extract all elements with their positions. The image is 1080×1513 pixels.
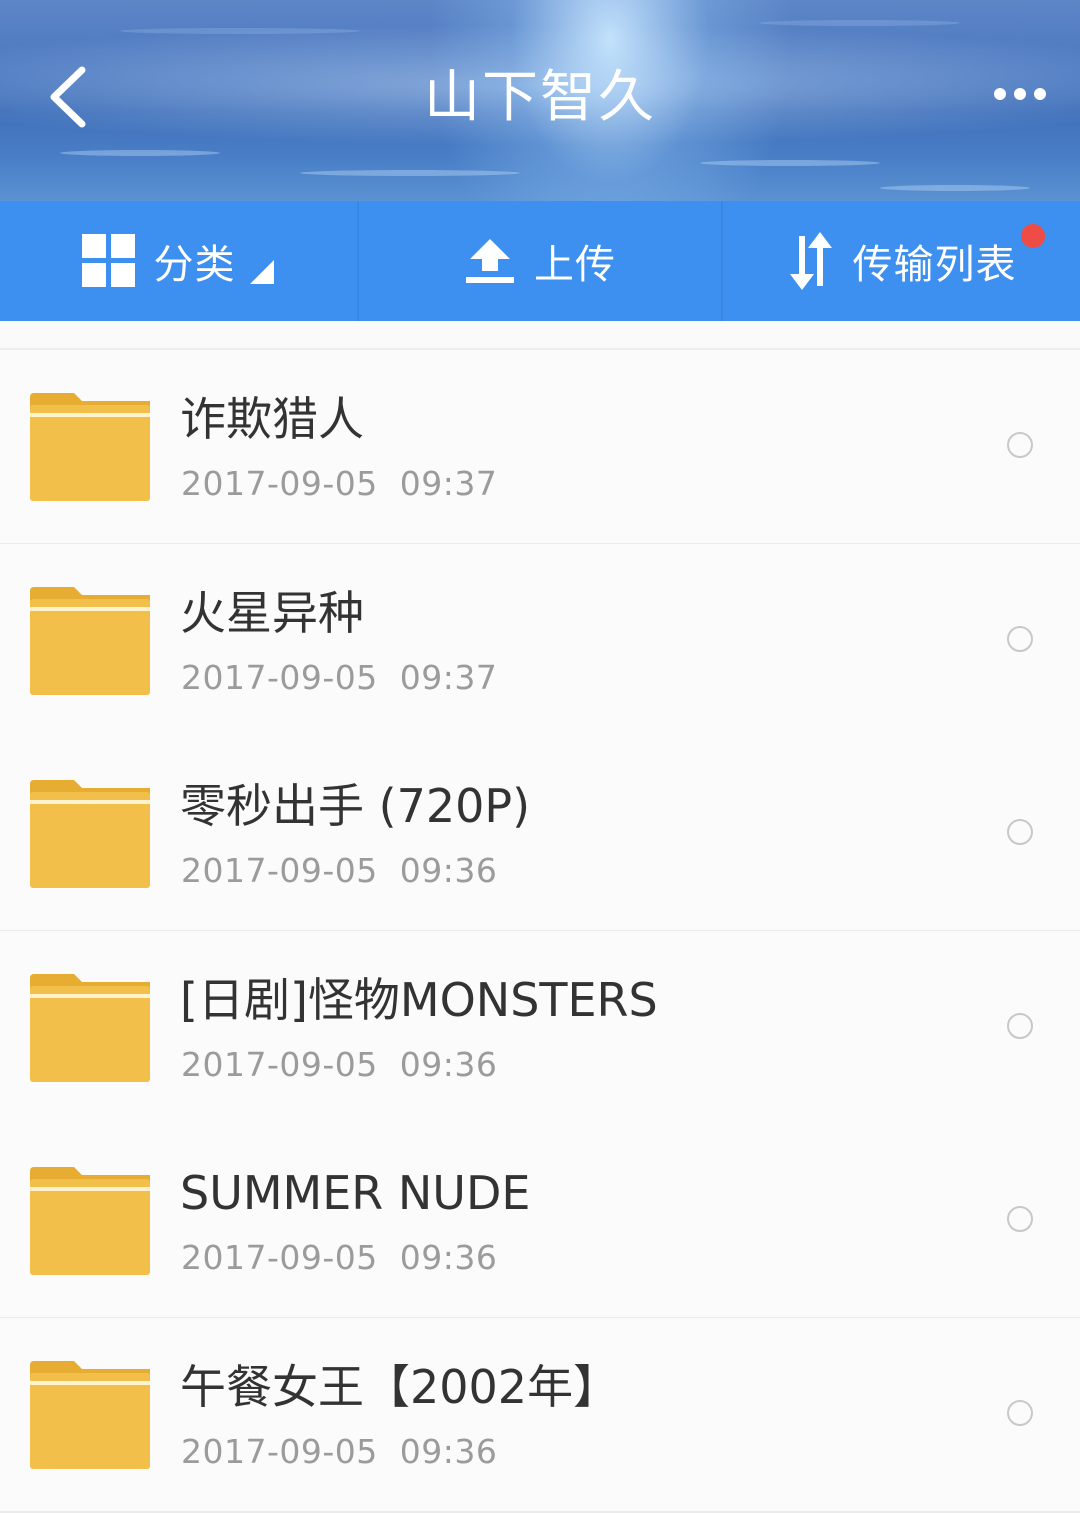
select-checkbox[interactable] (1007, 819, 1033, 845)
category-label: 分类 (153, 242, 236, 288)
wave-decoration (880, 185, 1030, 191)
more-horizontal-icon (994, 88, 1046, 100)
cloud-decoration (120, 28, 360, 34)
file-name: 诈欺猎人 (180, 392, 364, 446)
file-row[interactable]: 午餐女王【2002年】 2017-09-05 09:36 (0, 1317, 1080, 1513)
transfer-list-label: 传输列表 (852, 242, 1017, 288)
folder-icon (30, 780, 150, 888)
select-checkbox[interactable] (1007, 432, 1033, 458)
file-row[interactable]: SUMMER NUDE 2017-09-05 09:36 (0, 1124, 1080, 1319)
cloud-decoration (760, 20, 960, 26)
notification-dot (1021, 224, 1045, 248)
file-row[interactable]: 火星异种 2017-09-05 09:37 (0, 543, 1080, 739)
file-date: 2017-09-05 09:37 (181, 464, 498, 503)
select-checkbox[interactable] (1007, 625, 1033, 652)
action-toolbar: 分类 上传 传输列表 (0, 201, 1080, 321)
select-checkbox[interactable] (1007, 1399, 1033, 1426)
folder-icon (30, 1167, 150, 1275)
file-date: 2017-09-05 09:37 (181, 657, 498, 697)
file-date: 2017-09-05 09:36 (181, 1044, 498, 1084)
file-name: 零秒出手 (720P) (180, 779, 531, 833)
file-name: [日剧]怪物MONSTERS (180, 972, 658, 1027)
file-date: 2017-09-05 09:36 (181, 851, 498, 890)
file-name: SUMMER NUDE (180, 1166, 531, 1220)
upload-icon (466, 239, 514, 283)
file-date: 2017-09-05 09:36 (181, 1238, 498, 1277)
wave-decoration (60, 150, 220, 156)
folder-icon (30, 973, 150, 1082)
category-button[interactable]: 分类 (0, 201, 357, 321)
file-name: 火星异种 (180, 585, 364, 640)
file-row[interactable]: 诈欺猎人 2017-09-05 09:37 (0, 350, 1080, 545)
select-checkbox[interactable] (1007, 1206, 1033, 1232)
file-row[interactable]: 零秒出手 (720P) 2017-09-05 09:36 (0, 737, 1080, 932)
wave-decoration (300, 170, 520, 176)
file-row[interactable]: [日剧]怪物MONSTERS 2017-09-05 09:36 (0, 930, 1080, 1126)
folder-icon (30, 1360, 150, 1469)
upload-button[interactable]: 上传 (357, 201, 723, 321)
page-title: 山下智久 (424, 65, 656, 130)
header-bar: 山下智久 (0, 0, 1080, 201)
transfer-arrows-icon (789, 232, 832, 290)
folder-icon (30, 393, 150, 501)
file-list: 诈欺猎人 2017-09-05 09:37 火星异种 2017-09-05 09:37… (0, 321, 1080, 1513)
file-name: 午餐女王【2002年】 (180, 1359, 620, 1414)
grid-icon (81, 234, 135, 287)
folder-icon (30, 586, 150, 695)
wave-decoration (700, 160, 880, 166)
transfer-list-button[interactable]: 传输列表 (723, 201, 1080, 321)
more-button[interactable] (980, 74, 1060, 114)
upload-label: 上传 (534, 242, 616, 288)
dropdown-triangle-icon (249, 260, 274, 284)
select-checkbox[interactable] (1007, 1012, 1033, 1039)
file-date: 2017-09-05 09:36 (181, 1431, 498, 1471)
